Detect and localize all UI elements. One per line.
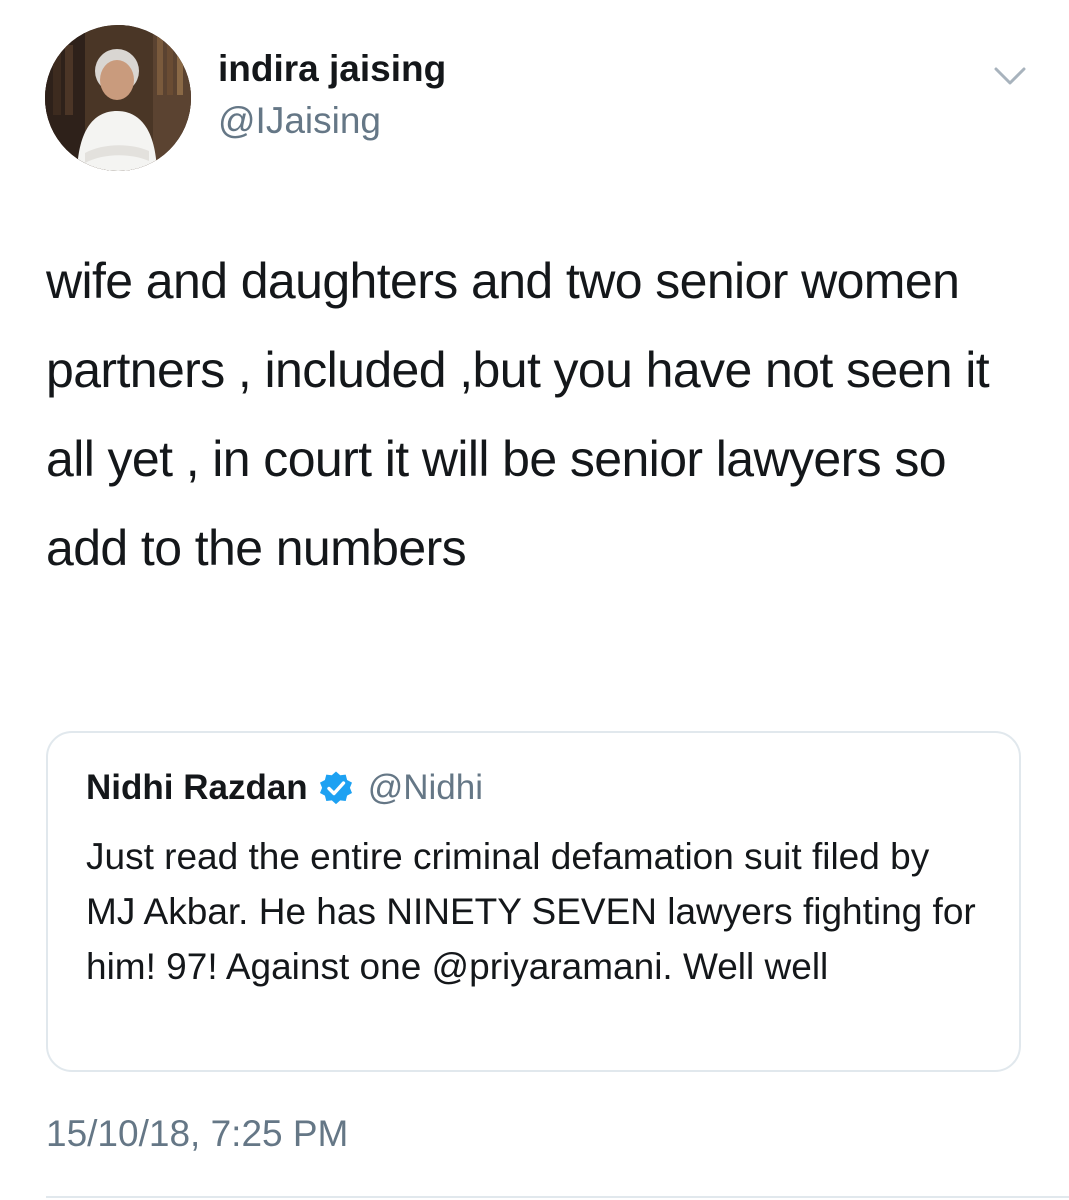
quoted-author-display-name: Nidhi Razdan — [86, 768, 308, 807]
tweet-text: wife and daughters and two senior women … — [46, 253, 1003, 576]
tweet-timestamp[interactable]: 15/10/18, 7:25 PM — [46, 1113, 348, 1155]
author-display-name[interactable]: indira jaising — [218, 48, 446, 90]
quoted-tweet-card[interactable]: Nidhi Razdan @Nidhi Just read the entire… — [46, 731, 1021, 1072]
avatar[interactable] — [45, 25, 191, 171]
quoted-tweet-text: Just read the entire criminal defamation… — [86, 836, 986, 987]
verified-badge-icon — [318, 770, 354, 806]
quoted-tweet-header: Nidhi Razdan @Nidhi — [86, 763, 483, 813]
author-handle[interactable]: @IJaising — [218, 100, 381, 142]
tweet: indira jaising @IJaising wife and daught… — [0, 0, 1069, 1200]
chevron-down-icon[interactable] — [988, 60, 1032, 92]
quoted-author-handle: @Nidhi — [367, 768, 483, 807]
profile-photo — [45, 25, 191, 171]
divider — [46, 1196, 1069, 1198]
